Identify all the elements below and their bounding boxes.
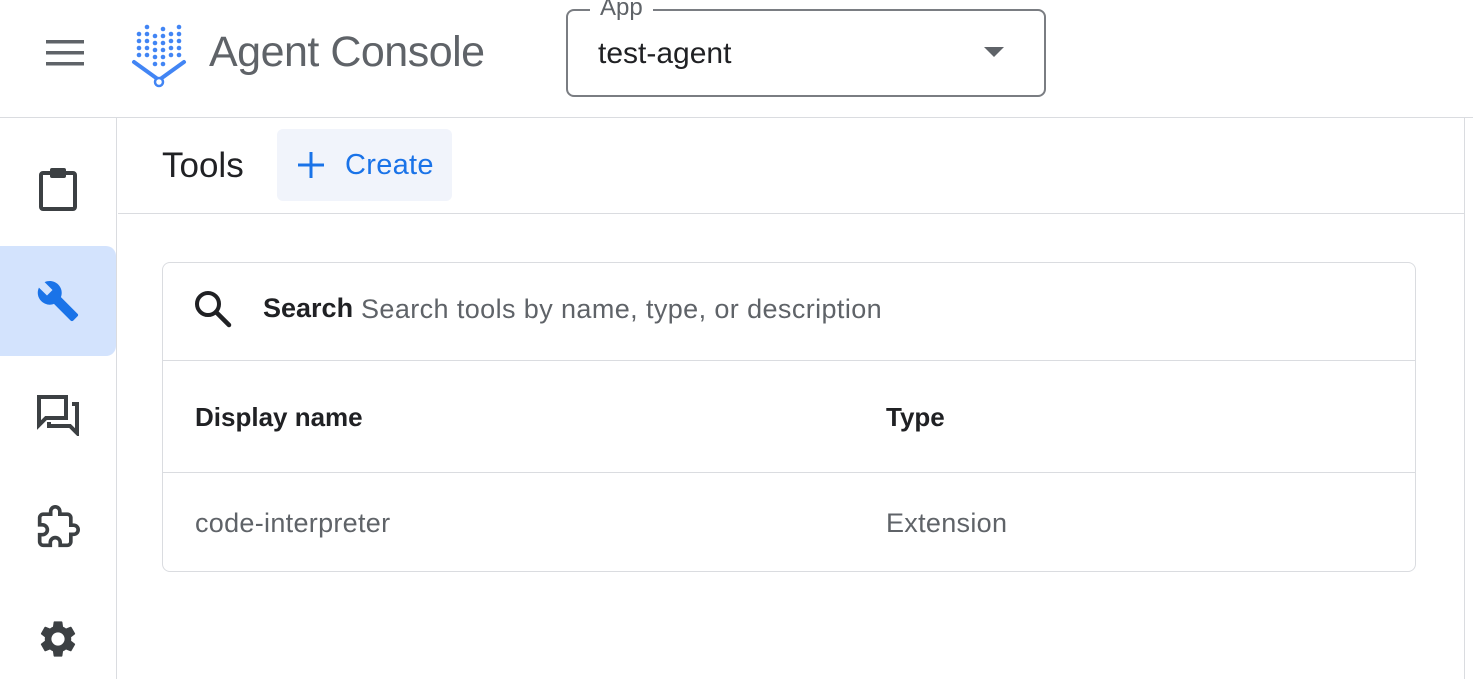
page-title: Tools	[162, 146, 244, 185]
app-select-value: test-agent	[598, 37, 732, 70]
nav-item-settings[interactable]	[0, 584, 116, 694]
search-input[interactable]	[361, 287, 1261, 331]
table-header-row: Display name Type	[163, 361, 1415, 473]
nav-item-conversations[interactable]	[0, 360, 116, 470]
tool-display-name[interactable]: code-interpreter	[195, 508, 390, 539]
app-select-dropdown[interactable]: App test-agent	[566, 0, 1046, 97]
create-button-label: Create	[345, 149, 434, 181]
wrench-icon	[37, 281, 79, 322]
create-tool-button[interactable]: Create	[277, 129, 452, 201]
dropdown-arrow-icon	[984, 47, 1004, 57]
search-label: Search	[263, 293, 354, 323]
nav-item-extensions[interactable]	[0, 472, 116, 582]
agent-console-logo-icon	[132, 24, 186, 88]
hamburger-menu-icon	[46, 40, 84, 66]
app-title: Agent Console	[209, 28, 485, 76]
side-navigation-rail	[0, 118, 117, 679]
nav-item-tools[interactable]	[0, 246, 116, 356]
nav-item-playbooks[interactable]	[0, 134, 116, 244]
extension-icon	[37, 505, 80, 548]
column-header-type[interactable]: Type	[886, 402, 945, 433]
column-header-display-name[interactable]: Display name	[195, 402, 363, 433]
table-row[interactable]: code-interpreter Extension	[163, 473, 1415, 571]
gear-icon	[40, 621, 76, 657]
app-select-label: App	[590, 0, 653, 22]
main-menu-button[interactable]	[36, 30, 94, 76]
forum-icon	[37, 395, 79, 436]
clipboard-icon	[39, 168, 77, 211]
search-icon	[195, 291, 232, 328]
tools-table-card: Search Display name Type code-interprete…	[162, 262, 1416, 572]
plus-icon	[298, 152, 324, 178]
top-app-bar: Agent Console App test-agent	[0, 0, 1473, 118]
tools-content: Search Display name Type code-interprete…	[118, 214, 1465, 679]
tool-type: Extension	[886, 508, 1008, 538]
search-bar[interactable]: Search	[163, 263, 1415, 361]
page-header: Tools Create	[118, 118, 1465, 214]
